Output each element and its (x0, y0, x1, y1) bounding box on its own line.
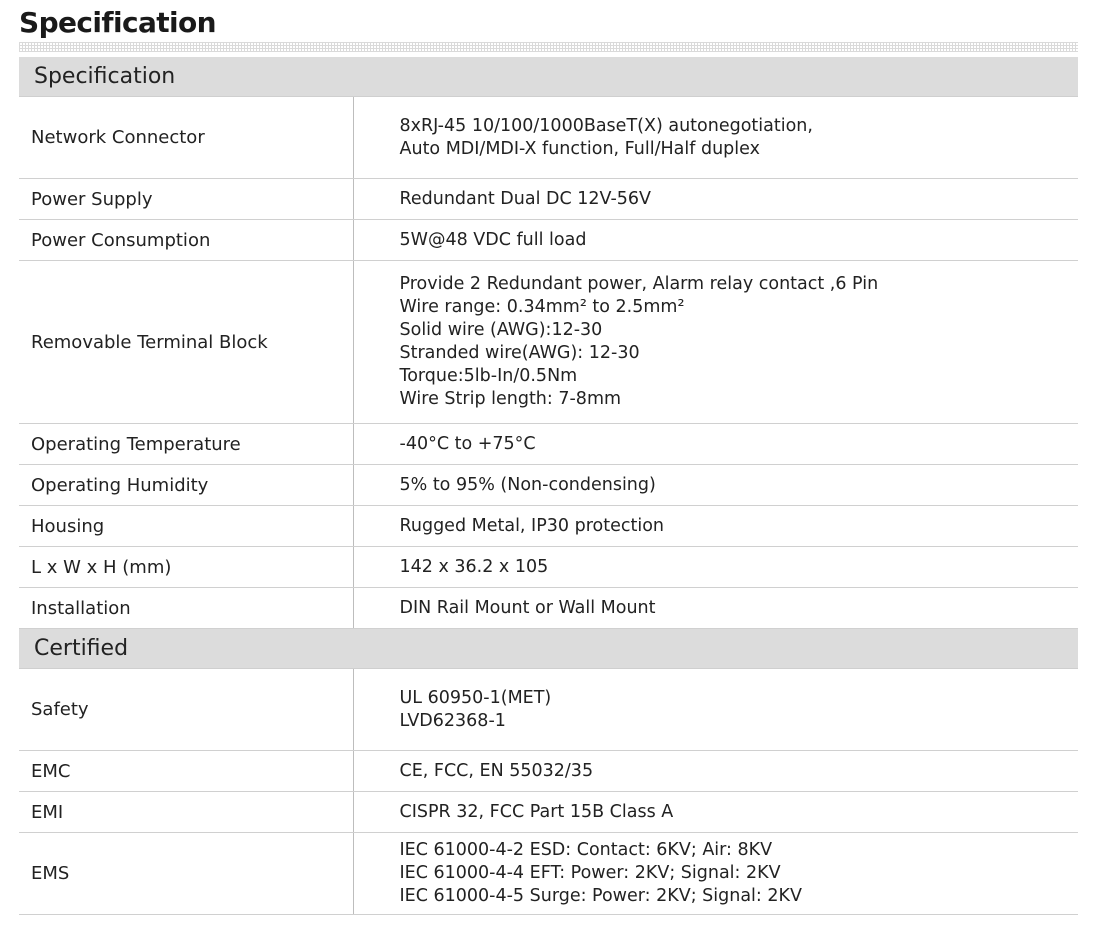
table-row: EMC CE, FCC, EN 55032/35 (19, 750, 1078, 792)
table-row: Removable Terminal Block Provide 2 Redund… (19, 260, 1078, 424)
spec-value-line: CISPR 32, FCC Part 15B Class A (399, 801, 674, 822)
spec-label: Removable Terminal Block (19, 260, 354, 424)
table-row: Power Supply Redundant Dual DC 12V-56V (19, 178, 1078, 220)
spec-value-line: Provide 2 Redundant power, Alarm relay c… (399, 274, 879, 294)
spec-value: DIN Rail Mount or Wall Mount (353, 587, 1078, 629)
spec-value-line: Torque:5lb-In/0.5Nm (399, 366, 578, 386)
section-title: Certified (19, 628, 1078, 669)
spec-value-line: IEC 61000-4-4 EFT: Power: 2KV; Signal: 2… (399, 863, 781, 883)
spec-value-line: 5W@48 VDC full load (399, 229, 587, 250)
title-divider (19, 42, 1078, 52)
spec-value: 8xRJ-45 10/100/1000BaseT(X) autonegotiat… (353, 96, 1078, 179)
spec-label: Installation (19, 587, 354, 629)
spec-value-line: Stranded wire(AWG): 12-30 (399, 343, 640, 363)
spec-value-line: Wire Strip length: 7-8mm (399, 389, 622, 409)
spec-label: Housing (19, 505, 354, 547)
section-header: Specification (19, 57, 1078, 97)
spec-value: CISPR 32, FCC Part 15B Class A (353, 791, 1078, 833)
spec-value-line: CE, FCC, EN 55032/35 (399, 760, 594, 781)
spec-value: IEC 61000-4-2 ESD: Contact: 6KV; Air: 8K… (353, 832, 1078, 915)
spec-value: Redundant Dual DC 12V-56V (353, 178, 1078, 220)
spec-value-line: -40°C to +75°C (399, 433, 536, 454)
table-row: Installation DIN Rail Mount or Wall Mount (19, 587, 1078, 629)
spec-value-line: IEC 61000-4-5 Surge: Power: 2KV; Signal:… (399, 886, 802, 906)
spec-value-line: 142 x 36.2 x 105 (399, 556, 549, 577)
spec-value: Rugged Metal, IP30 protection (353, 505, 1078, 547)
spec-value-line: Solid wire (AWG):12-30 (399, 320, 603, 340)
table-row: Operating Humidity 5% to 95% (Non-condens… (19, 464, 1078, 506)
section-title: Specification (19, 57, 1078, 97)
spec-value: 5W@48 VDC full load (353, 219, 1078, 261)
table-row: Power Consumption 5W@48 VDC full load (19, 219, 1078, 261)
spec-label: Power Supply (19, 178, 354, 220)
table-row: Operating Temperature -40°C to +75°C (19, 423, 1078, 465)
spec-value: CE, FCC, EN 55032/35 (353, 750, 1078, 792)
spec-label: EMC (19, 750, 354, 792)
spec-value-line: UL 60950-1(MET) (399, 687, 552, 708)
table-row: EMS IEC 61000-4-2 ESD: Contact: 6KV; Air:… (19, 832, 1078, 915)
spec-table: Specification Network Connector 8xRJ-45 10… (19, 57, 1078, 915)
page-title: Specification (19, 6, 217, 39)
spec-value-line: 8xRJ-45 10/100/1000BaseT(X) autonegotiat… (399, 115, 813, 136)
spec-label: EMI (19, 791, 354, 833)
spec-value: 142 x 36.2 x 105 (353, 546, 1078, 588)
spec-value-line: DIN Rail Mount or Wall Mount (399, 597, 656, 618)
spec-label: Network Connector (19, 96, 354, 179)
spec-value-line: 5% to 95% (Non-condensing) (399, 474, 656, 495)
spec-value-line: IEC 61000-4-2 ESD: Contact: 6KV; Air: 8K… (399, 840, 773, 860)
table-row: EMI CISPR 32, FCC Part 15B Class A (19, 791, 1078, 833)
table-row: Housing Rugged Metal, IP30 protection (19, 505, 1078, 547)
spec-label: Safety (19, 668, 354, 751)
spec-value: -40°C to +75°C (353, 423, 1078, 465)
spec-label: L x W x H (mm) (19, 546, 354, 588)
spec-label: Operating Humidity (19, 464, 354, 506)
spec-value: 5% to 95% (Non-condensing) (353, 464, 1078, 506)
section-header: Certified (19, 628, 1078, 669)
spec-value-line: LVD62368-1 (399, 710, 506, 731)
table-row: Safety UL 60950-1(MET) LVD62368-1 (19, 668, 1078, 751)
table-row: L x W x H (mm) 142 x 36.2 x 105 (19, 546, 1078, 588)
spec-value-line: Redundant Dual DC 12V-56V (399, 188, 652, 209)
spec-value: UL 60950-1(MET) LVD62368-1 (353, 668, 1078, 751)
spec-label: EMS (19, 832, 354, 915)
spec-value-line: Wire range: 0.34mm² to 2.5mm² (399, 297, 685, 317)
spec-label: Operating Temperature (19, 423, 354, 465)
spec-value-line: Auto MDI/MDI-X function, Full/Half duple… (399, 138, 760, 159)
spec-value: Provide 2 Redundant power, Alarm relay c… (353, 260, 1078, 424)
table-row: Network Connector 8xRJ-45 10/100/1000Base… (19, 96, 1078, 179)
spec-value-line: Rugged Metal, IP30 protection (399, 515, 665, 536)
spec-label: Power Consumption (19, 219, 354, 261)
